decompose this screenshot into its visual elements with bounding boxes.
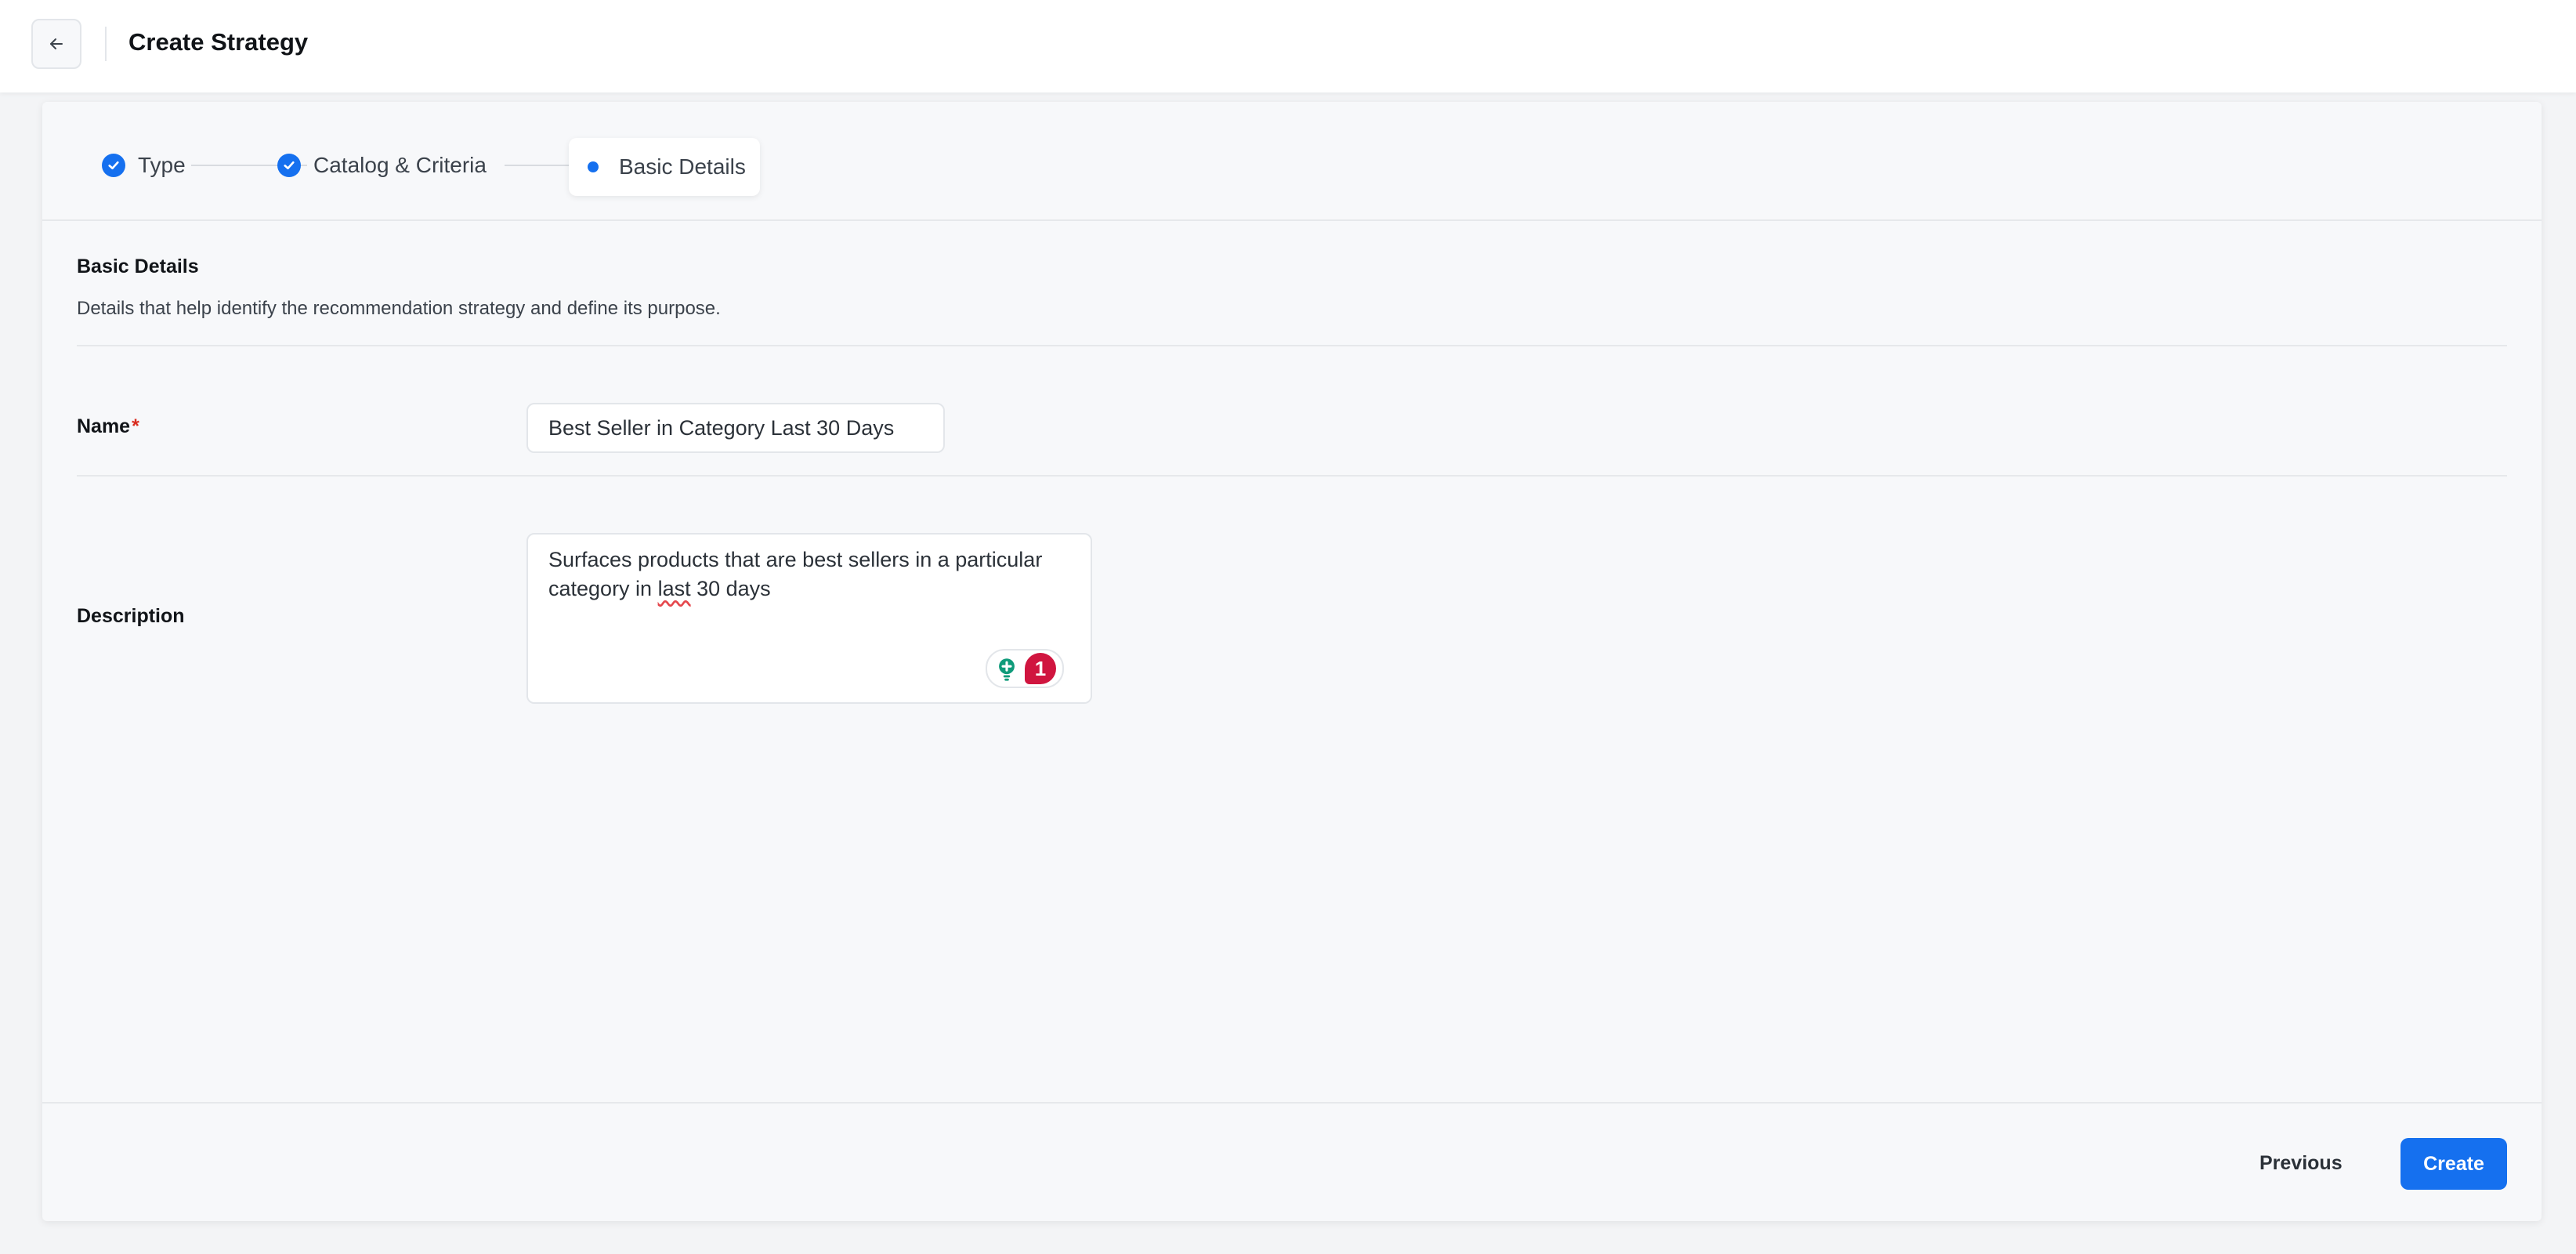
form-footer: Previous Create	[42, 1102, 2542, 1221]
description-textarea[interactable]: Surfaces products that are best sellers …	[526, 533, 1092, 704]
page-title: Create Strategy	[128, 28, 309, 56]
previous-button[interactable]: Previous	[2244, 1138, 2358, 1188]
step-catalog-criteria[interactable]: Catalog & Criteria	[277, 138, 487, 193]
arrow-left-icon	[50, 38, 63, 49]
divider	[77, 475, 2507, 477]
back-button[interactable]	[31, 19, 81, 69]
description-text-start: Surfaces products that are best sellers …	[548, 548, 1043, 600]
issue-count-badge: 1	[1025, 653, 1056, 684]
description-text: Surfaces products that are best sellers …	[548, 545, 1070, 603]
create-button[interactable]: Create	[2401, 1138, 2507, 1190]
required-marker: *	[132, 415, 139, 437]
name-input[interactable]	[526, 403, 945, 453]
divider	[77, 345, 2507, 346]
check-circle-icon	[277, 154, 301, 177]
check-circle-icon	[102, 154, 125, 177]
step-label: Basic Details	[619, 154, 746, 179]
strategy-form-card: Type Catalog & Criteria Basic Details Ba…	[42, 102, 2542, 1221]
section-title: Basic Details	[77, 256, 199, 277]
name-label-text: Name	[77, 415, 131, 437]
grammar-assistant-widget[interactable]: 1	[986, 649, 1064, 688]
step-label: Catalog & Criteria	[313, 153, 487, 177]
section-description: Details that help identify the recommend…	[77, 298, 721, 319]
header-divider	[105, 27, 107, 61]
step-label: Type	[138, 153, 186, 177]
step-type[interactable]: Type	[102, 138, 186, 193]
description-text-end: 30 days	[690, 577, 771, 600]
top-header: Create Strategy	[0, 0, 2576, 92]
dot-icon	[588, 161, 599, 172]
step-basic-details[interactable]: Basic Details	[569, 138, 760, 196]
stepper: Type Catalog & Criteria Basic Details	[42, 102, 2542, 221]
lightbulb-plus-icon	[999, 658, 1015, 681]
description-label: Description	[77, 605, 185, 627]
spellcheck-flagged-word[interactable]: last	[658, 577, 691, 600]
name-label: Name*	[77, 415, 139, 438]
